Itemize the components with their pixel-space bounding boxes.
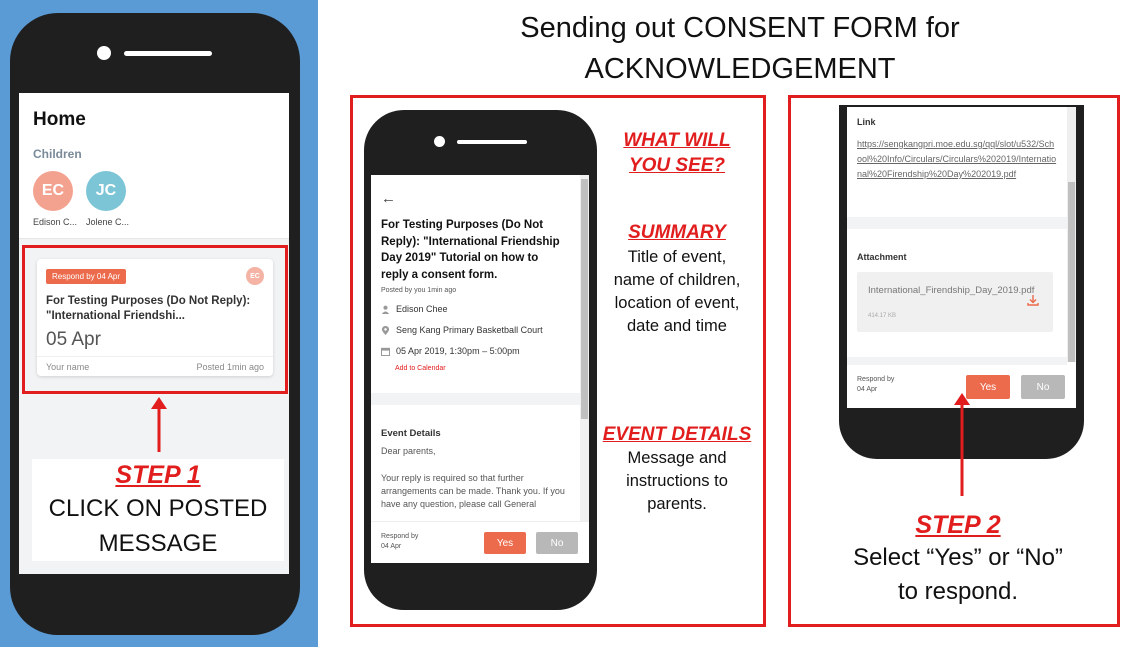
speaker-bar (457, 140, 527, 144)
attachment-card[interactable]: International_Firendship_Day_2019.pdf 41… (857, 272, 1053, 332)
details-screen: ← For Testing Purposes (Do Not Reply): "… (371, 175, 589, 563)
respond-by-label: Respond by (381, 533, 419, 540)
circular-link[interactable]: https://sengkangpri.moe.edu.sg/qql/slot/… (857, 137, 1057, 182)
response-screen: Link https://sengkangpri.moe.edu.sg/qql/… (847, 107, 1076, 408)
event-details-heading: EVENT DETAILS (602, 424, 752, 445)
child-name-2: Jolene C... (86, 217, 130, 227)
section-divider (847, 357, 1067, 365)
step1-line2: MESSAGE (98, 530, 218, 557)
no-button[interactable]: No (536, 532, 578, 554)
step2-line2: to respond. (897, 578, 1019, 605)
datetime-row: 05 Apr 2019, 1:30pm – 5:00pm (381, 346, 520, 356)
event-details-line: Message and (627, 449, 727, 467)
summary-line: Title of event, (627, 248, 727, 266)
summary-line: name of children, (613, 271, 741, 289)
add-to-calendar-link[interactable]: Add to Calendar (395, 365, 446, 372)
respond-by-date: 04 Apr (381, 543, 402, 550)
avatar-child-1[interactable]: EC (33, 171, 73, 211)
attachment-label: Attachment (857, 252, 907, 262)
child-row: Edison Chee (381, 304, 448, 314)
attachment-size: 414.17 KB (868, 313, 897, 319)
calendar-icon (381, 347, 390, 356)
no-button[interactable]: No (1021, 375, 1065, 399)
location: Seng Kang Primary Basketball Court (396, 325, 543, 335)
what-will-you-see-heading: WHAT WILL YOU SEE? (606, 128, 748, 178)
details-greeting: Dear parents, (381, 446, 436, 456)
download-icon[interactable] (1027, 294, 1039, 306)
avatar-child-2[interactable]: JC (86, 171, 126, 211)
step2-line1: Select “Yes” or “No” (853, 544, 1063, 571)
summary-description: Title of event, name of children, locati… (600, 246, 754, 338)
arrow-up-icon (954, 393, 970, 496)
event-title: For Testing Purposes (Do Not Reply): "In… (381, 219, 560, 281)
section-divider (371, 393, 580, 405)
event-details-line: parents. (647, 495, 707, 513)
event-details-line: instructions to (626, 472, 728, 490)
page-heading: Sending out CONSENT FORM for ACKNOWLEDGE… (440, 8, 1040, 90)
camera-dot (97, 46, 111, 60)
heading-line2: ACKNOWLEDGEMENT (584, 53, 896, 85)
child-name-1: Edison C... (33, 217, 78, 227)
details-body: Your reply is required so that further a… (381, 473, 565, 509)
event-details-description: Message and instructions to parents. (600, 447, 754, 516)
respond-by: Respond by 04 Apr (857, 375, 894, 395)
page-title: Home (33, 109, 86, 130)
posted-by: Posted by you 1min ago (381, 287, 457, 294)
highlight-box-message (22, 245, 288, 394)
step1-caption: STEP 1 CLICK ON POSTED MESSAGE (32, 459, 284, 561)
summary-line: location of event, (614, 294, 740, 312)
location-pin-icon (381, 325, 390, 335)
link-label: Link (857, 117, 876, 127)
arrow-up-icon (151, 397, 167, 452)
respond-by-label: Respond by (857, 376, 895, 383)
phone-details: ← For Testing Purposes (Do Not Reply): "… (364, 110, 597, 610)
summary-line: date and time (627, 317, 727, 335)
what-heading-line2: YOU SEE? (628, 155, 726, 176)
event-datetime: 05 Apr 2019, 1:30pm – 5:00pm (396, 346, 520, 356)
section-divider (847, 217, 1067, 229)
step1-heading: STEP 1 (115, 461, 201, 489)
event-details-label: Event Details (381, 428, 441, 439)
step1-line1: CLICK ON POSTED (48, 495, 268, 522)
back-arrow-icon[interactable]: ← (381, 190, 396, 207)
yes-button[interactable]: Yes (484, 532, 526, 554)
children-label: Children (33, 147, 82, 161)
summary-heading: SUMMARY (628, 222, 726, 243)
person-icon (381, 305, 390, 314)
location-row: Seng Kang Primary Basketball Court (381, 325, 543, 335)
step2-caption: STEP 2 Select “Yes” or “No” to respond. (820, 509, 1096, 609)
respond-by-date: 04 Apr (857, 386, 878, 393)
what-heading-line1: WHAT WILL (623, 130, 731, 151)
respond-by: Respond by 04 Apr (381, 532, 418, 552)
scrollbar[interactable] (580, 175, 589, 525)
response-bar: Respond by 04 Apr Yes No (371, 521, 589, 563)
scrollbar[interactable] (1067, 107, 1076, 362)
scrollbar-thumb[interactable] (1068, 182, 1075, 362)
step2-heading: STEP 2 (915, 511, 1001, 539)
speaker-bar (124, 51, 212, 56)
attachment-name: International_Firendship_Day_2019.pdf (868, 285, 1035, 296)
child-name: Edison Chee (396, 304, 448, 314)
heading-line1: Sending out CONSENT FORM for (520, 12, 960, 44)
camera-dot (434, 136, 445, 147)
scrollbar-thumb[interactable] (581, 179, 588, 419)
